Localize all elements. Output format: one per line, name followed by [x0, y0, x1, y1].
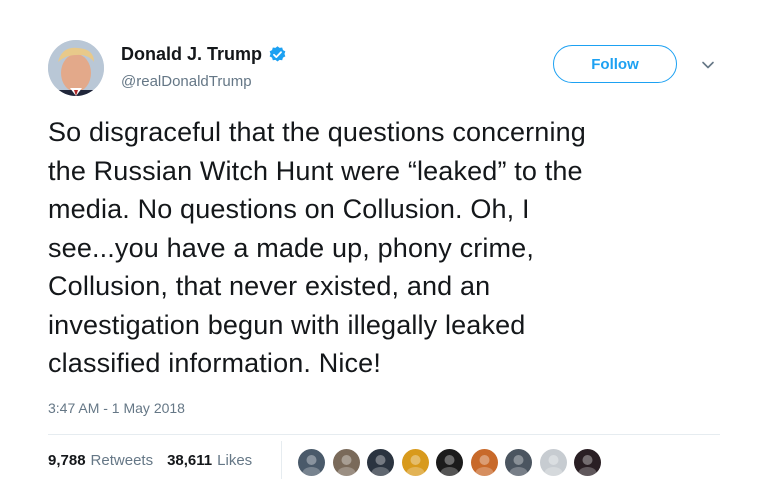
author-avatar[interactable]: [48, 40, 104, 96]
stats-separator: [281, 441, 282, 479]
liker-avatar-icon[interactable]: [574, 449, 601, 476]
tweet-card: Donald J. Trump @realDonaldTrump Follow …: [0, 0, 768, 487]
liker-avatar-icon[interactable]: [505, 449, 532, 476]
liker-avatar-icon[interactable]: [539, 449, 567, 476]
liker-avatar-icon[interactable]: [470, 449, 498, 476]
retweets-count: 9,788: [48, 452, 86, 469]
divider: [48, 434, 720, 435]
tweet-timestamp[interactable]: 3:47 AM - 1 May 2018: [48, 400, 185, 416]
author-handle[interactable]: @realDonaldTrump: [121, 73, 252, 90]
liker-avatar-icon[interactable]: [298, 449, 325, 476]
tweet-stats: 9,788 Retweets 38,611 Likes: [48, 452, 252, 469]
likes-count: 38,611: [167, 452, 213, 469]
likes-label: Likes: [217, 452, 253, 469]
liker-avatar-icon[interactable]: [436, 449, 463, 476]
likers-avatars: [298, 449, 609, 476]
liker-avatar-icon[interactable]: [367, 449, 394, 476]
chevron-down-icon[interactable]: [701, 58, 715, 72]
follow-button[interactable]: Follow: [553, 45, 677, 83]
likes-stat[interactable]: 38,611 Likes: [167, 452, 252, 469]
liker-avatar-icon[interactable]: [401, 449, 429, 476]
tweet-text: So disgraceful that the questions concer…: [48, 117, 586, 378]
verified-badge-icon: [268, 45, 287, 64]
author-display-name[interactable]: Donald J. Trump: [121, 44, 262, 65]
retweets-label: Retweets: [90, 452, 154, 469]
retweets-stat[interactable]: 9,788 Retweets: [48, 452, 153, 469]
liker-avatar-icon[interactable]: [332, 449, 360, 476]
author-name-row: Donald J. Trump: [121, 44, 287, 65]
